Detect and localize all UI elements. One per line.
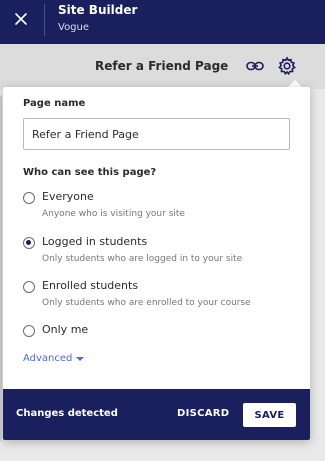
- top-bar: Site Builder Vogue: [0, 0, 325, 44]
- header-divider: [44, 4, 45, 36]
- discard-button[interactable]: DISCARD: [177, 408, 229, 419]
- visibility-label: Who can see this page?: [23, 167, 157, 178]
- radio-everyone[interactable]: [23, 192, 35, 204]
- page-name-input[interactable]: Refer a Friend Page: [23, 118, 290, 150]
- page-toolbar: Refer a Friend Page: [0, 44, 325, 89]
- radio-only-me[interactable]: [23, 325, 35, 337]
- site-name: Vogue: [58, 22, 90, 33]
- advanced-toggle[interactable]: Advanced: [23, 353, 85, 364]
- save-button[interactable]: SAVE: [243, 403, 296, 427]
- changes-status: Changes detected: [16, 408, 118, 419]
- option-only-me-label: Only me: [42, 323, 89, 336]
- app-title: Site Builder: [58, 3, 138, 17]
- close-icon[interactable]: [10, 8, 32, 30]
- advanced-label: Advanced: [23, 353, 73, 364]
- option-logged-in-label: Logged in students: [42, 235, 148, 248]
- page-title: Refer a Friend Page: [95, 59, 229, 73]
- gear-icon[interactable]: [277, 56, 297, 80]
- link-icon[interactable]: [246, 58, 264, 77]
- option-logged-in-description: Only students who are logged in to your …: [42, 254, 243, 264]
- option-enrolled-label: Enrolled students: [42, 279, 139, 292]
- chevron-down-icon: [76, 357, 85, 361]
- radio-enrolled[interactable]: [23, 281, 35, 293]
- page-name-label: Page name: [23, 98, 86, 109]
- option-enrolled-description: Only students who are enrolled to your c…: [42, 298, 251, 308]
- editor-edge: [0, 96, 2, 441]
- radio-logged-in[interactable]: [23, 237, 35, 249]
- option-everyone-label: Everyone: [42, 190, 94, 203]
- changes-footer: Changes detected DISCARD SAVE: [3, 389, 310, 440]
- option-everyone-description: Anyone who is visiting your site: [42, 209, 185, 219]
- page-settings-popover: Page name Refer a Friend Page Who can se…: [3, 87, 310, 440]
